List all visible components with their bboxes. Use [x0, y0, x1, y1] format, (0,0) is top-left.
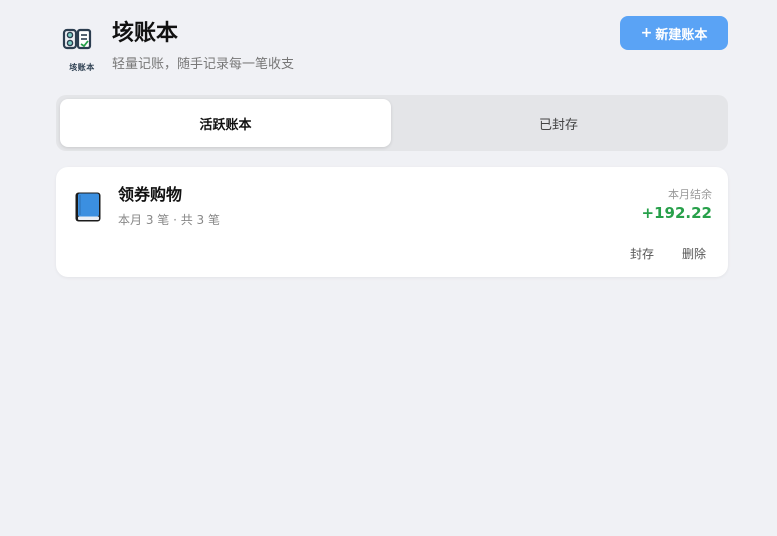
app-logo: 垓账本: [60, 26, 96, 72]
book-icon: [75, 192, 101, 222]
ledger-logo-icon: [62, 28, 92, 50]
ledger-meta: 本月 3 笔 · 共 3 笔: [118, 213, 220, 227]
balance-value: +192.22: [641, 204, 712, 222]
logo-text: 垓账本: [69, 63, 95, 72]
tab-label: 活跃账本: [199, 117, 252, 133]
app-subtitle: 轻量记账，随手记录每一笔收支: [112, 57, 295, 72]
ledger-tabs: 活跃账本 已封存: [56, 95, 728, 151]
new-ledger-button[interactable]: + 新建账本: [620, 16, 728, 50]
balance-label: 本月结余: [668, 188, 712, 201]
card-actions: 封存 删除: [620, 241, 716, 266]
plus-icon: +: [640, 25, 653, 41]
tab-active-ledgers[interactable]: 活跃账本: [60, 99, 391, 147]
app-root: 垓账本 垓账本 轻量记账，随手记录每一笔收支 + 新建账本 活跃账本 已封存 领…: [0, 0, 777, 536]
app-title: 垓账本: [112, 21, 179, 46]
tab-archived-ledgers[interactable]: 已封存: [393, 99, 724, 147]
archive-button[interactable]: 封存: [620, 241, 664, 266]
new-ledger-label: 新建账本: [655, 27, 708, 43]
tab-label: 已封存: [538, 117, 578, 133]
ledger-name: 领券购物: [118, 185, 183, 204]
header: 垓账本 垓账本 轻量记账，随手记录每一笔收支 + 新建账本: [56, 16, 728, 78]
ledger-card[interactable]: 领券购物 本月 3 笔 · 共 3 笔 本月结余 +192.22 封存 删除: [56, 167, 728, 277]
delete-button[interactable]: 删除: [672, 241, 716, 266]
